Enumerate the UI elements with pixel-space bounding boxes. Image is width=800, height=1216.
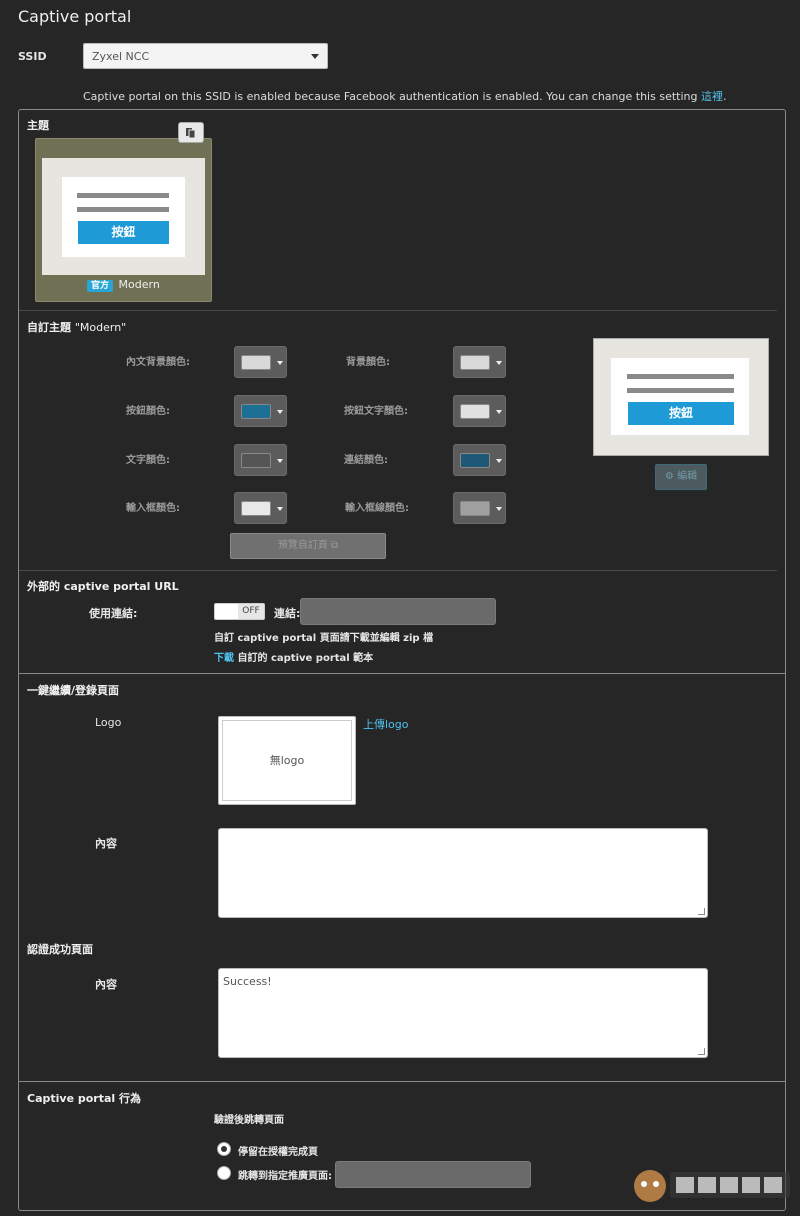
caret-down-icon <box>496 410 502 414</box>
notice-suffix: . <box>722 90 727 103</box>
preview-page-button[interactable]: 預覽自訂頁 ⧉ <box>230 533 386 559</box>
redirect-label: 驗證後跳轉頁面 <box>214 1115 284 1126</box>
login-content-textarea[interactable] <box>218 828 708 918</box>
divider <box>19 570 777 571</box>
official-badge: 官方 <box>87 280 114 292</box>
stay-option-label: 停留在授權完成頁 <box>238 1147 318 1158</box>
success-content-value: Success! <box>223 975 272 988</box>
chevron-down-icon <box>311 54 319 59</box>
page-title: Captive portal <box>18 7 132 26</box>
external-url-input[interactable] <box>300 598 496 625</box>
thumbnail-line <box>77 193 169 198</box>
caret-down-icon <box>277 410 283 414</box>
color-swatch <box>241 501 271 516</box>
toggle-state: OFF <box>238 604 264 619</box>
edit-theme-button[interactable]: ⚙ 編輯 <box>655 464 707 490</box>
color-label: 按鈕顏色: <box>126 406 170 417</box>
theme-thumbnail-content <box>62 177 185 257</box>
preview-line <box>627 374 734 379</box>
success-content-label: 內容 <box>95 978 117 991</box>
body-bg-color-picker[interactable] <box>234 346 287 378</box>
color-label: 背景顏色: <box>346 357 390 368</box>
use-link-label: 使用連結: <box>89 607 138 620</box>
success-page-heading: 認證成功頁面 <box>27 943 93 956</box>
custom-theme-title: 自訂主題 <box>27 321 71 334</box>
watermark-logo <box>634 1170 790 1202</box>
thumbnail-button: 按鈕 <box>78 221 169 244</box>
use-link-toggle[interactable]: OFF <box>214 603 265 620</box>
copy-icon <box>185 128 197 142</box>
preview-button: 按鈕 <box>628 402 734 425</box>
input-color-picker[interactable] <box>234 492 287 524</box>
color-swatch <box>241 355 271 370</box>
notice-text: Captive portal on this SSID is enabled b… <box>83 90 701 103</box>
login-page-heading: 一鍵繼續/登錄頁面 <box>27 684 120 697</box>
gear-icon: ⚙ <box>664 471 674 482</box>
bg-color-picker[interactable] <box>453 346 506 378</box>
external-url-heading: 外部的 captive portal URL <box>27 580 179 593</box>
color-label: 按鈕文字顏色: <box>344 406 408 417</box>
external-link-icon: ⧉ <box>331 540 339 551</box>
logo-preview: 無logo <box>218 716 356 805</box>
custom-theme-heading: 自訂主題 "Modern" <box>27 319 126 335</box>
theme-heading: 主題 <box>27 119 49 132</box>
no-logo-placeholder: 無logo <box>222 720 352 801</box>
color-swatch <box>460 453 490 468</box>
caret-down-icon <box>277 507 283 511</box>
thumbnail-line <box>77 207 169 212</box>
edit-label: 編輯 <box>677 471 698 482</box>
theme-card-caption: 官方 Modern <box>87 278 160 292</box>
zip-hint: 自訂 captive portal 頁面請下載並編輯 zip 檔 <box>214 633 434 644</box>
login-content-label: 內容 <box>95 837 117 850</box>
resize-handle-icon[interactable] <box>698 1048 705 1055</box>
caret-down-icon <box>496 507 502 511</box>
color-label: 文字顏色: <box>126 455 170 466</box>
color-swatch <box>241 453 271 468</box>
ssid-label: SSID <box>18 50 47 63</box>
resize-handle-icon[interactable] <box>698 908 705 915</box>
stay-radio[interactable] <box>217 1142 231 1156</box>
link-label: 連結: <box>274 607 301 620</box>
copy-theme-button[interactable] <box>178 122 204 143</box>
caret-down-icon <box>277 361 283 365</box>
divider <box>19 310 777 311</box>
text-color-picker[interactable] <box>234 444 287 476</box>
redirect-option-label: 跳轉到指定推廣頁面: <box>238 1171 332 1182</box>
notice-settings-link[interactable]: 這裡 <box>701 90 723 103</box>
upload-logo-link[interactable]: 上傳logo <box>363 716 409 732</box>
color-label: 內文背景顏色: <box>126 357 190 368</box>
button-color-picker[interactable] <box>234 395 287 427</box>
color-swatch <box>460 355 490 370</box>
download-row: 下載 自訂的 captive portal 範本 <box>214 649 373 664</box>
facebook-notice: Captive portal on this SSID is enabled b… <box>83 88 726 104</box>
download-suffix: 自訂的 captive portal 範本 <box>234 653 374 664</box>
button-text-color-picker[interactable] <box>453 395 506 427</box>
color-swatch <box>460 501 490 516</box>
success-content-textarea[interactable]: Success! <box>218 968 708 1058</box>
download-link[interactable]: 下載 <box>214 653 234 664</box>
ssid-select[interactable]: Zyxel NCC <box>83 43 328 69</box>
behavior-heading: Captive portal 行為 <box>27 1092 141 1105</box>
color-label: 輸入框顏色: <box>126 503 180 514</box>
input-border-color-picker[interactable] <box>453 492 506 524</box>
link-color-picker[interactable] <box>453 444 506 476</box>
color-swatch <box>241 404 271 419</box>
custom-theme-name: "Modern" <box>74 321 127 334</box>
ssid-selected-value: Zyxel NCC <box>92 50 150 63</box>
redirect-url-input[interactable] <box>335 1161 531 1188</box>
preview-page-label: 預覽自訂頁 <box>277 540 328 551</box>
color-swatch <box>460 404 490 419</box>
color-label: 連結顏色: <box>344 455 388 466</box>
preview-line <box>627 388 734 393</box>
caret-down-icon <box>496 361 502 365</box>
logo-label: Logo <box>95 716 122 729</box>
theme-name: Modern <box>118 278 160 291</box>
caret-down-icon <box>277 459 283 463</box>
caret-down-icon <box>496 459 502 463</box>
redirect-radio[interactable] <box>217 1166 231 1180</box>
color-label: 輸入框線顏色: <box>345 503 409 514</box>
